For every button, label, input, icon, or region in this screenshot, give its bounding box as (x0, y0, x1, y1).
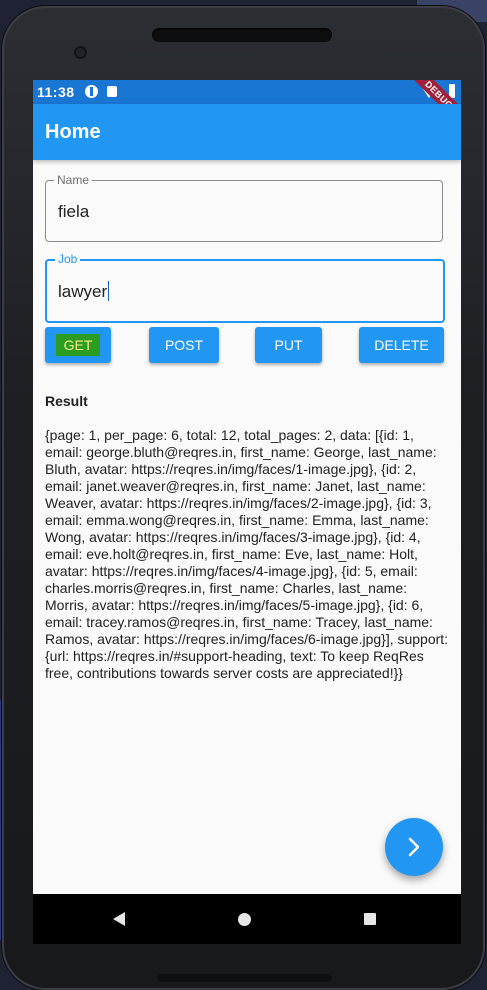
bottom-speaker (157, 974, 332, 982)
job-field-text: lawyer (58, 282, 108, 301)
name-field[interactable]: Name fiela (45, 173, 443, 242)
get-button-label: GET (55, 334, 101, 356)
delete-button[interactable]: DELETE (359, 327, 444, 363)
chevron-right-icon (408, 837, 420, 857)
job-field-value: lawyer (58, 281, 110, 302)
text-cursor (108, 281, 110, 301)
sd-card-icon (107, 86, 117, 97)
job-field[interactable]: Job lawyer (45, 252, 445, 323)
home-icon[interactable] (238, 913, 251, 926)
name-field-label: Name (54, 173, 93, 187)
job-field-label: Job (55, 252, 81, 266)
app-bar: Home (33, 104, 461, 160)
get-button[interactable]: GET (45, 327, 111, 363)
status-time: 11:38 (37, 84, 75, 100)
name-field-value: fiela (58, 202, 90, 221)
recent-apps-icon[interactable] (364, 913, 376, 925)
back-icon[interactable] (113, 912, 125, 926)
front-camera (76, 48, 85, 57)
next-fab-button[interactable] (385, 818, 443, 876)
result-text: {page: 1, per_page: 6, total: 12, total_… (45, 427, 449, 681)
result-heading: Result (45, 393, 88, 409)
system-nav-bar (33, 894, 461, 944)
app-screen: 11:38 DEBUG Home Name fiela Job lawyer G… (33, 80, 461, 894)
post-button[interactable]: POST (149, 327, 219, 363)
status-bar: 11:38 DEBUG (33, 80, 461, 129)
put-button[interactable]: PUT (255, 327, 322, 363)
earpiece-speaker (152, 28, 332, 42)
notification-icon (85, 85, 98, 98)
page-title: Home (45, 121, 101, 143)
